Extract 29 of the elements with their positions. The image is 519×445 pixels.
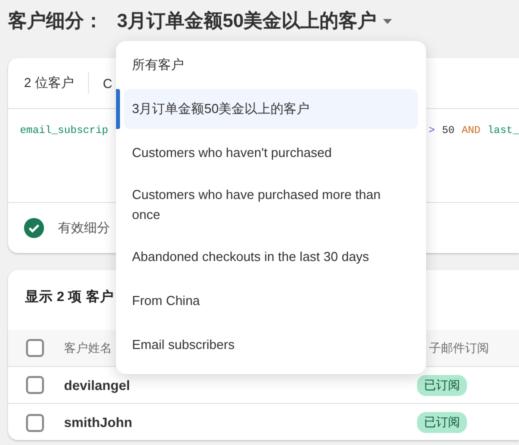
query-token: 50 [442,125,455,139]
segment-selector[interactable]: 3月订单金额50美金以上的客户 [117,8,392,34]
customer-name: devilangel [64,378,132,392]
customer-count: 2 位客户 [24,74,74,92]
checkbox[interactable] [26,339,44,357]
dropdown-item[interactable]: 所有客户 [124,45,418,85]
dropdown-item[interactable]: Abandoned checkouts in the last 30 days [124,237,418,277]
query-token: > [428,125,435,139]
check-circle-icon [24,218,44,238]
subscription-badge: 已订阅 [417,374,467,396]
dropdown-item[interactable]: From China [124,281,418,321]
dropdown-item[interactable]: Customers who haven't purchased [124,133,418,173]
summary-text: C [102,76,112,90]
checkbox[interactable] [26,376,44,394]
query-token: email_subscrip [20,125,108,137]
query-token: last_ [487,125,519,139]
caret-icon [382,18,392,24]
column-header: 客户姓名 [64,340,112,354]
dropdown-item[interactable]: Email subscribers [124,325,418,365]
dropdown-item[interactable]: Customers who have purchased more than once [124,177,418,233]
column-header: 子邮件订阅 [429,340,489,356]
page-title: 客户细分： [8,10,103,34]
checkbox[interactable] [26,414,44,432]
status-text: 有效细分 [58,219,110,237]
subscription-badge: 已订阅 [417,412,467,433]
query-token: AND [462,125,480,139]
results-title: 显示 2 项 客户 [25,289,114,304]
dropdown-item[interactable]: 3月订单金额50美金以上的客户 [124,89,418,129]
customer-name: smithJohn [64,415,134,430]
